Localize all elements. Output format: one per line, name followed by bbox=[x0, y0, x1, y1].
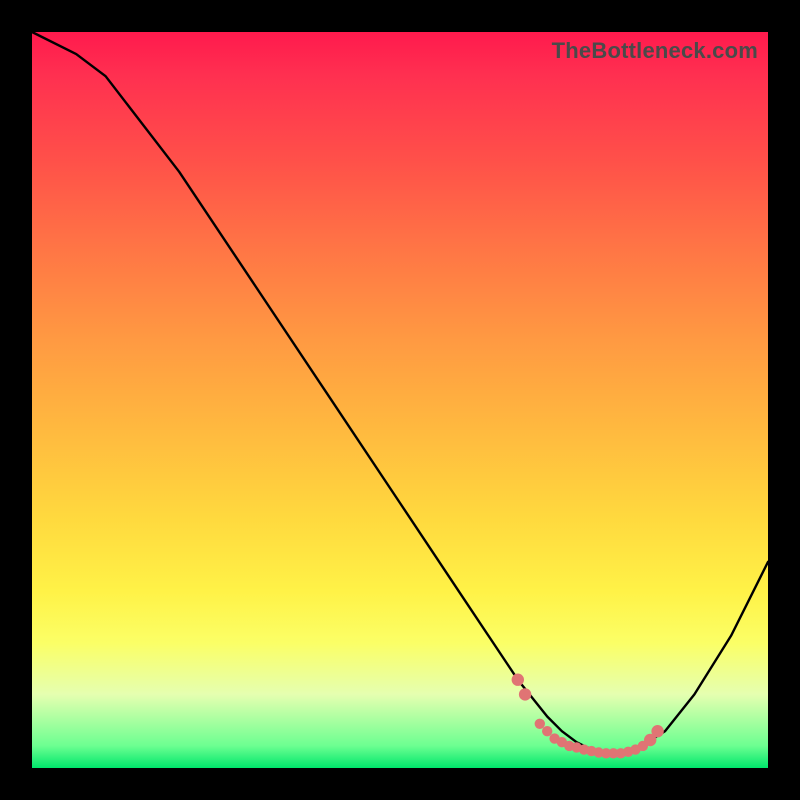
chart-markers bbox=[512, 674, 664, 759]
chart-svg bbox=[32, 32, 768, 768]
chart-curve bbox=[32, 32, 768, 753]
chart-marker bbox=[535, 719, 545, 729]
chart-marker bbox=[519, 688, 531, 700]
chart-plot-area: TheBottleneck.com bbox=[32, 32, 768, 768]
chart-marker bbox=[512, 674, 524, 686]
chart-marker bbox=[542, 726, 552, 736]
chart-marker bbox=[651, 725, 663, 737]
chart-frame: TheBottleneck.com bbox=[0, 0, 800, 800]
